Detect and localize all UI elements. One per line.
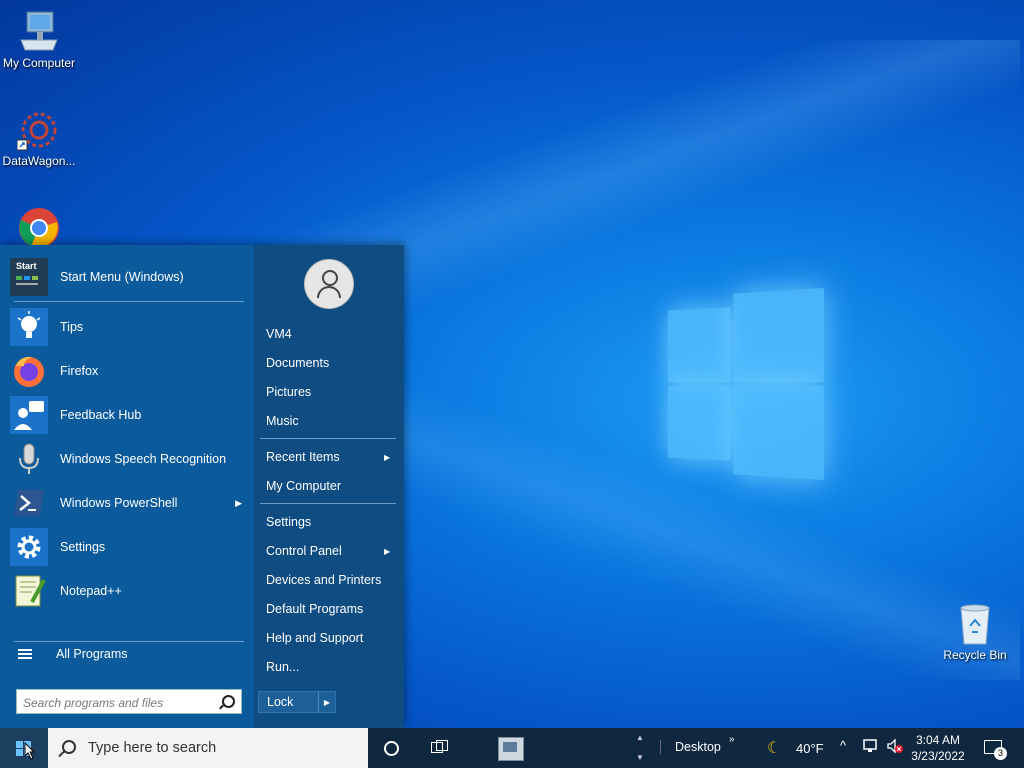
lightbulb-icon (10, 308, 48, 346)
computer-icon (17, 10, 61, 54)
places-item-run[interactable]: Run... (266, 660, 299, 674)
desktop-icon-datawagon[interactable]: DataWagon... (0, 108, 78, 168)
desktop-toolbar-label: Desktop (675, 740, 721, 754)
program-label: Notepad++ (60, 584, 122, 598)
places-item-music[interactable]: Music (266, 414, 299, 428)
start-button[interactable] (0, 728, 48, 768)
notification-center-icon[interactable]: 3 (984, 740, 1007, 760)
program-label: Settings (60, 540, 106, 554)
start-menu-programs-pane: Start Start Menu (Windows) Tips Firefox (0, 245, 254, 728)
weather-temperature[interactable]: 40°F (796, 741, 824, 756)
list-icon (18, 647, 32, 661)
lock-label: Lock (267, 695, 294, 709)
start-menu-item-windows-speech-recognition[interactable]: Windows Speech Recognition (10, 439, 244, 479)
start-menu-places-pane: VM4 Documents Pictures Music Recent Item… (254, 245, 404, 728)
lock-button[interactable]: Lock ▶ (258, 691, 336, 713)
search-icon[interactable] (222, 695, 235, 708)
desktop-icon-label: DataWagon... (2, 154, 76, 168)
cortana-icon[interactable] (384, 741, 399, 756)
chrome-icon (17, 206, 61, 250)
moon-icon[interactable]: ☾ (767, 738, 781, 758)
places-item-my-computer[interactable]: My Computer (266, 479, 341, 493)
separator (14, 641, 244, 642)
submenu-arrow-icon: ▶ (235, 497, 242, 508)
places-item-recent-items[interactable]: Recent Items ▶ (266, 450, 390, 464)
search-icon (62, 740, 76, 754)
start-menu-item-start-menu-windows[interactable]: Start Start Menu (Windows) (10, 257, 244, 297)
clock-time: 3:04 AM (915, 733, 961, 747)
places-item-pictures[interactable]: Pictures (266, 385, 311, 399)
program-label: Start Menu (Windows) (60, 270, 184, 284)
taskbar: Type here to search ▲ ▼ Desktop » ☾ 40°F … (0, 728, 1024, 768)
recycle-bin-icon (953, 602, 997, 646)
taskbar-app-icon[interactable] (498, 737, 524, 761)
firefox-icon (10, 352, 48, 390)
speaker-muted-icon[interactable] (886, 738, 904, 757)
desktop-toolbar[interactable]: Desktop » (660, 734, 735, 754)
control-panel-label: Control Panel (266, 544, 342, 558)
submenu-arrow-icon: ▶ (384, 547, 391, 556)
start-menu-item-notepad-plus-plus[interactable]: Notepad++ (10, 571, 244, 611)
places-item-devices-and-printers[interactable]: Devices and Printers (266, 573, 381, 587)
start-menu-item-feedback-hub[interactable]: Feedback Hub (10, 395, 244, 435)
places-item-settings[interactable]: Settings (266, 515, 311, 529)
desktop-icon-label: Recycle Bin (943, 648, 1007, 662)
desktop-icon-label: My Computer (2, 56, 76, 70)
program-label: Tips (60, 320, 84, 334)
desktop-icon-my-computer[interactable]: My Computer (0, 10, 78, 70)
program-label: Windows PowerShell (60, 496, 178, 510)
notepad-plus-plus-icon (10, 572, 48, 610)
start-menu-search-box[interactable] (16, 689, 242, 714)
separator (14, 301, 244, 302)
task-view-icon[interactable] (431, 740, 448, 754)
all-programs-button[interactable]: All Programs (18, 647, 128, 661)
start-menu: Start Start Menu (Windows) Tips Firefox (0, 245, 404, 728)
powershell-icon (10, 484, 48, 522)
windows-wallpaper-logo (668, 288, 824, 480)
start-menu-item-settings[interactable]: Settings (10, 527, 244, 567)
program-label: Firefox (60, 364, 99, 378)
chevron-double-right-icon[interactable]: » (729, 734, 735, 745)
program-label: Feedback Hub (60, 408, 142, 422)
clock-date: 3/23/2022 (911, 749, 965, 763)
taskbar-search-box[interactable]: Type here to search (48, 728, 368, 768)
taskbar-scroll-arrows[interactable]: ▲ ▼ (632, 728, 648, 768)
taskbar-clock[interactable]: 3:04 AM 3/23/2022 (906, 732, 970, 764)
microphone-icon (10, 440, 48, 478)
start-menu-item-tips[interactable]: Tips (10, 307, 244, 347)
mouse-cursor-icon (24, 742, 36, 760)
gear-icon (10, 528, 48, 566)
places-item-default-programs[interactable]: Default Programs (266, 602, 363, 616)
taskbar-search-placeholder: Type here to search (88, 740, 217, 756)
places-item-control-panel[interactable]: Control Panel ▶ (266, 544, 390, 558)
program-label: Windows Speech Recognition (60, 452, 227, 466)
start-menu-item-firefox[interactable]: Firefox (10, 351, 244, 391)
separator (260, 438, 396, 439)
submenu-arrow-icon: ▶ (384, 453, 391, 462)
start-menu-item-windows-powershell[interactable]: Windows PowerShell ▶ (10, 483, 244, 523)
recent-items-label: Recent Items (266, 450, 340, 464)
places-item-documents[interactable]: Documents (266, 356, 329, 370)
places-item-help-and-support[interactable]: Help and Support (266, 631, 363, 645)
desktop-light-beam (300, 380, 1020, 680)
search-input[interactable] (21, 691, 221, 714)
chevron-right-icon[interactable]: ▶ (319, 698, 335, 707)
datawagon-icon (16, 108, 61, 152)
network-icon[interactable] (862, 738, 880, 757)
separator (260, 503, 396, 504)
start-menu-icon: Start (10, 258, 48, 296)
user-avatar[interactable] (304, 259, 354, 309)
desktop-icon-recycle-bin[interactable]: Recycle Bin (936, 602, 1014, 662)
all-programs-label: All Programs (56, 647, 128, 661)
feedback-hub-icon (10, 396, 48, 434)
places-item-vm4[interactable]: VM4 (266, 327, 292, 341)
notification-count-badge: 3 (994, 747, 1007, 760)
chevron-up-icon[interactable]: ^ (840, 738, 846, 753)
